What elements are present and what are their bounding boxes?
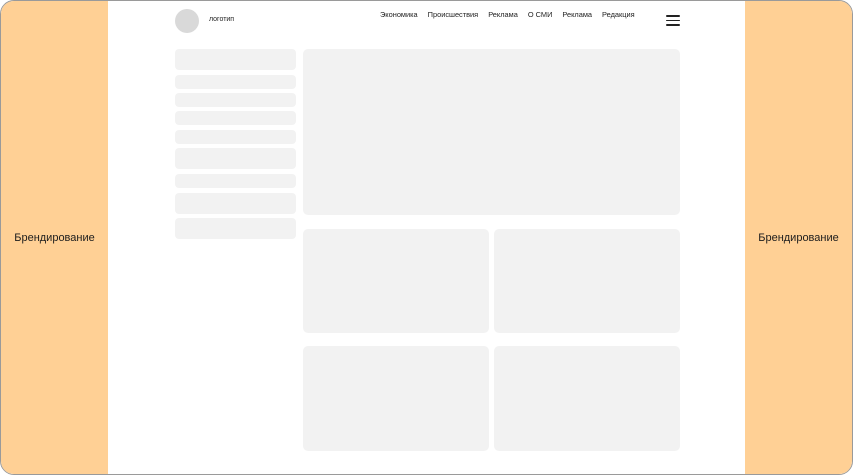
news-card[interactable]	[303, 229, 489, 333]
menu-icon[interactable]	[666, 15, 680, 26]
logo-placeholder[interactable]	[175, 9, 199, 33]
sidebar-item[interactable]	[175, 49, 296, 70]
branding-right-label: Брендирование	[758, 231, 839, 244]
sidebar-item[interactable]	[175, 218, 296, 239]
sidebar-item[interactable]	[175, 174, 296, 188]
sidebar-item[interactable]	[175, 130, 296, 144]
nav-item-advertising[interactable]: Реклама	[488, 10, 518, 19]
sidebar-item[interactable]	[175, 193, 296, 214]
nav-item-incidents[interactable]: Происшествия	[428, 10, 479, 19]
sidebar-item[interactable]	[175, 111, 296, 125]
news-card[interactable]	[494, 346, 680, 451]
nav-item-about-media[interactable]: О СМИ	[528, 10, 553, 19]
branding-right[interactable]: Брендирование	[745, 1, 852, 474]
news-card[interactable]	[494, 229, 680, 333]
page-frame: Брендирование Брендирование логотип Экон…	[0, 0, 853, 475]
news-card[interactable]	[303, 346, 489, 451]
nav-item-editorial[interactable]: Редакция	[602, 10, 635, 19]
logo-text: логотип	[209, 16, 235, 23]
sidebar-item[interactable]	[175, 75, 296, 89]
branding-left-label: Брендирование	[14, 231, 95, 244]
main-nav: Экономика Происшествия Реклама О СМИ Рек…	[380, 10, 635, 19]
branding-left[interactable]: Брендирование	[1, 1, 108, 474]
nav-item-economy[interactable]: Экономика	[380, 10, 418, 19]
sidebar-item[interactable]	[175, 93, 296, 107]
hero-card[interactable]	[303, 49, 680, 215]
nav-item-advertising-2[interactable]: Реклама	[562, 10, 592, 19]
sidebar-item[interactable]	[175, 148, 296, 169]
